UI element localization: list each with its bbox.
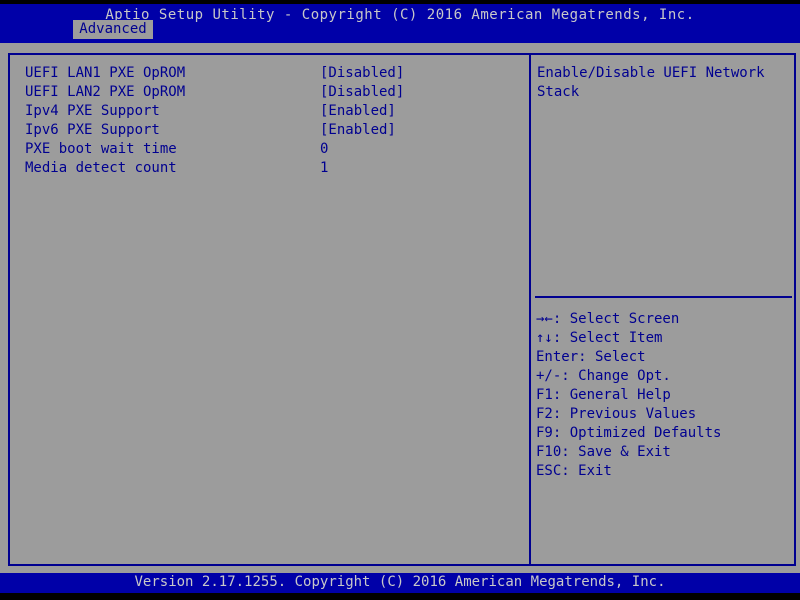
help-description: Enable/Disable UEFI Network Stack: [537, 64, 777, 102]
key-hint-save-exit: F10: Save & Exit: [536, 443, 791, 462]
key-legend: →←: Select Screen ↑↓: Select Item Enter:…: [536, 310, 791, 481]
key-hint-general-help: F1: General Help: [536, 386, 791, 405]
setting-label: UEFI LAN2 PXE OpROM: [25, 83, 320, 102]
setting-row-ipv4-pxe-support[interactable]: Ipv4 PXE Support [Enabled]: [25, 102, 515, 121]
setting-value[interactable]: 0: [320, 140, 515, 159]
tab-advanced[interactable]: Advanced: [73, 20, 153, 39]
setting-row-uefi-lan1-pxe-oprom[interactable]: UEFI LAN1 PXE OpROM [Disabled]: [25, 64, 515, 83]
setting-value[interactable]: [Disabled]: [320, 83, 515, 102]
footer-bar: Version 2.17.1255. Copyright (C) 2016 Am…: [0, 573, 800, 593]
key-hint-optimized-defaults: F9: Optimized Defaults: [536, 424, 791, 443]
settings-list: UEFI LAN1 PXE OpROM [Disabled] UEFI LAN2…: [25, 64, 515, 178]
setting-value[interactable]: [Disabled]: [320, 64, 515, 83]
setting-label: PXE boot wait time: [25, 140, 320, 159]
setting-value[interactable]: 1: [320, 159, 515, 178]
help-panel-divider: [535, 296, 792, 298]
setting-label: Ipv6 PXE Support: [25, 121, 320, 140]
key-hint-enter-select: Enter: Select: [536, 348, 791, 367]
key-hint-previous-values: F2: Previous Values: [536, 405, 791, 424]
setting-label: Media detect count: [25, 159, 320, 178]
key-hint-esc-exit: ESC: Exit: [536, 462, 791, 481]
key-hint-select-item: ↑↓: Select Item: [536, 329, 791, 348]
key-hint-select-screen: →←: Select Screen: [536, 310, 791, 329]
bottom-black-strip: [0, 593, 800, 600]
setting-row-uefi-lan2-pxe-oprom[interactable]: UEFI LAN2 PXE OpROM [Disabled]: [25, 83, 515, 102]
setting-label: UEFI LAN1 PXE OpROM: [25, 64, 320, 83]
setting-value[interactable]: [Enabled]: [320, 102, 515, 121]
setting-value[interactable]: [Enabled]: [320, 121, 515, 140]
key-hint-change-opt: +/-: Change Opt.: [536, 367, 791, 386]
setting-row-pxe-boot-wait-time[interactable]: PXE boot wait time 0: [25, 140, 515, 159]
pane-divider: [529, 53, 531, 566]
setting-label: Ipv4 PXE Support: [25, 102, 320, 121]
setting-row-ipv6-pxe-support[interactable]: Ipv6 PXE Support [Enabled]: [25, 121, 515, 140]
setting-row-media-detect-count[interactable]: Media detect count 1: [25, 159, 515, 178]
version-text: Version 2.17.1255. Copyright (C) 2016 Am…: [0, 574, 800, 590]
bios-setup-screen: Aptio Setup Utility - Copyright (C) 2016…: [0, 0, 800, 600]
